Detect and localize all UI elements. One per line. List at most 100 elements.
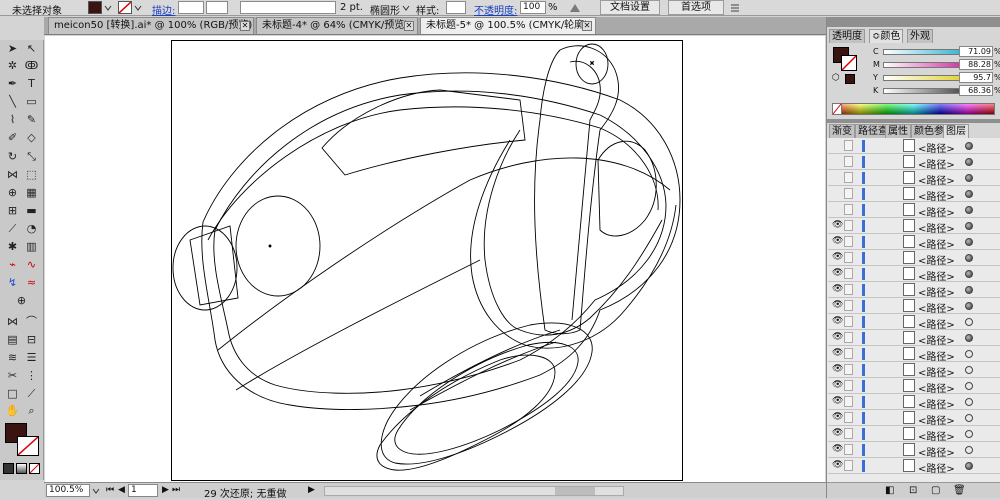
lock-toggle[interactable] [844, 252, 853, 263]
eye-hidden-icon[interactable] [832, 157, 841, 166]
layer-name[interactable]: <路径> [918, 396, 955, 411]
layer-row[interactable]: 👁 <路径> [828, 458, 1000, 475]
layer-row[interactable]: <路径> [828, 202, 1000, 219]
prev-artboard-icon[interactable]: ◀ [118, 485, 125, 495]
lock-toggle[interactable] [844, 284, 853, 295]
tab-gradient[interactable]: 渐变 [829, 124, 855, 138]
none-color-swatch[interactable] [832, 103, 842, 115]
target-circle-icon[interactable] [965, 430, 973, 438]
eye-icon[interactable]: 👁 [832, 397, 843, 406]
layer-name[interactable]: <路径> [918, 156, 955, 171]
layer-name[interactable]: <路径> [918, 412, 955, 427]
delete-layer-icon[interactable]: 🗑 [953, 485, 966, 496]
eye-blob-path[interactable] [597, 140, 657, 237]
new-layer-icon[interactable]: ▢ [931, 485, 940, 496]
lock-toggle[interactable] [844, 364, 853, 375]
target-circle-icon[interactable] [965, 270, 973, 278]
belly-line-path[interactable] [217, 157, 671, 351]
eye-icon[interactable]: 👁 [832, 365, 843, 374]
first-artboard-icon[interactable]: ⏮ [106, 485, 114, 495]
last-artboard-icon[interactable]: ⏭ [172, 485, 180, 495]
layer-row[interactable]: 👁 <路径> [828, 378, 1000, 395]
layer-row[interactable]: 👁 <路径> [828, 330, 1000, 347]
new-sublayer-icon[interactable]: ⊡ [909, 485, 917, 496]
target-circle-icon[interactable] [965, 286, 973, 294]
eye-icon[interactable]: 👁 [832, 301, 843, 310]
layer-row[interactable]: 👁 <路径> [828, 394, 1000, 411]
lock-toggle[interactable] [844, 332, 853, 343]
ear-ellipse[interactable] [172, 225, 238, 311]
lock-toggle[interactable] [844, 268, 853, 279]
lock-toggle[interactable] [844, 188, 853, 199]
eye-icon[interactable]: 👁 [832, 253, 843, 262]
layer-name[interactable]: <路径> [918, 172, 955, 187]
layer-row[interactable]: 👁 <路径> [828, 298, 1000, 315]
layer-name[interactable]: <路径> [918, 220, 955, 235]
tab-layers[interactable]: 图层 [943, 124, 969, 138]
eye-icon[interactable]: 👁 [832, 269, 843, 278]
layer-name[interactable]: <路径> [918, 444, 955, 459]
layer-name[interactable]: <路径> [918, 300, 955, 315]
foot-front-path[interactable] [380, 322, 593, 465]
magenta-value[interactable]: 88.28 [959, 59, 993, 70]
target-circle-icon[interactable] [965, 158, 973, 166]
lock-toggle[interactable] [844, 348, 853, 359]
eye-icon[interactable]: 👁 [832, 381, 843, 390]
layer-name[interactable]: <路径> [918, 348, 955, 363]
head-ellipse[interactable] [235, 195, 321, 297]
eye-icon[interactable]: 👁 [832, 285, 843, 294]
layer-row[interactable]: 👁 <路径> [828, 362, 1000, 379]
lock-toggle[interactable] [844, 316, 853, 327]
tab-color-guide[interactable]: 颜色参 [911, 124, 947, 138]
layer-name[interactable]: <路径> [918, 428, 955, 443]
eye-hidden-icon[interactable] [832, 189, 841, 198]
layer-row[interactable]: 👁 <路径> [828, 282, 1000, 299]
target-circle-icon[interactable] [965, 462, 973, 470]
target-circle-icon[interactable] [965, 238, 973, 246]
tail-path[interactable] [534, 45, 619, 335]
target-circle-icon[interactable] [965, 334, 973, 342]
eye-hidden-icon[interactable] [832, 205, 841, 214]
lock-toggle[interactable] [844, 204, 853, 215]
layer-row[interactable]: 👁 <路径> [828, 346, 1000, 363]
lock-toggle[interactable] [844, 460, 853, 471]
top-plate-path[interactable] [321, 89, 526, 176]
target-circle-icon[interactable] [965, 190, 973, 198]
tail-inner-path[interactable] [569, 60, 601, 321]
lock-toggle[interactable] [844, 380, 853, 391]
black-value[interactable]: 68.36 [959, 85, 993, 96]
eye-icon[interactable]: 👁 [832, 317, 843, 326]
layer-name[interactable]: <路径> [918, 188, 955, 203]
lock-toggle[interactable] [844, 444, 853, 455]
layer-row[interactable]: <路径> [828, 138, 1000, 155]
lock-toggle[interactable] [844, 396, 853, 407]
layer-name[interactable]: <路径> [918, 236, 955, 251]
layer-row[interactable]: 👁 <路径> [828, 218, 1000, 235]
layer-row[interactable]: 👁 <路径> [828, 266, 1000, 283]
eye-hidden-icon[interactable] [832, 173, 841, 182]
target-circle-icon[interactable] [965, 174, 973, 182]
body-third-path[interactable] [207, 106, 659, 241]
yellow-value[interactable]: 95.7 [959, 72, 993, 83]
lock-toggle[interactable] [844, 236, 853, 247]
crease-line-path[interactable] [419, 329, 561, 397]
target-circle-icon[interactable] [965, 414, 973, 422]
target-circle-icon[interactable] [965, 398, 973, 406]
eye-icon[interactable]: 👁 [832, 461, 843, 470]
layer-row[interactable]: 👁 <路径> [828, 314, 1000, 331]
layer-row[interactable]: 👁 <路径> [828, 250, 1000, 267]
target-circle-icon[interactable] [965, 142, 973, 150]
eye-icon[interactable]: 👁 [832, 413, 843, 422]
tab-transparency[interactable]: 透明度 [829, 29, 865, 43]
eye-icon[interactable]: 👁 [832, 221, 843, 230]
foot-back-path[interactable] [376, 354, 556, 471]
tab-appearance[interactable]: 外观 [907, 29, 933, 43]
layer-name[interactable]: <路径> [918, 332, 955, 347]
target-circle-icon[interactable] [965, 366, 973, 374]
target-circle-icon[interactable] [965, 222, 973, 230]
eye-icon[interactable]: 👁 [832, 429, 843, 438]
tab-attributes[interactable]: 属性 [885, 124, 911, 138]
layer-name[interactable]: <路径> [918, 364, 955, 379]
tab-color[interactable]: ≎颜色 [869, 29, 904, 43]
chevron-down-icon[interactable] [92, 487, 100, 495]
